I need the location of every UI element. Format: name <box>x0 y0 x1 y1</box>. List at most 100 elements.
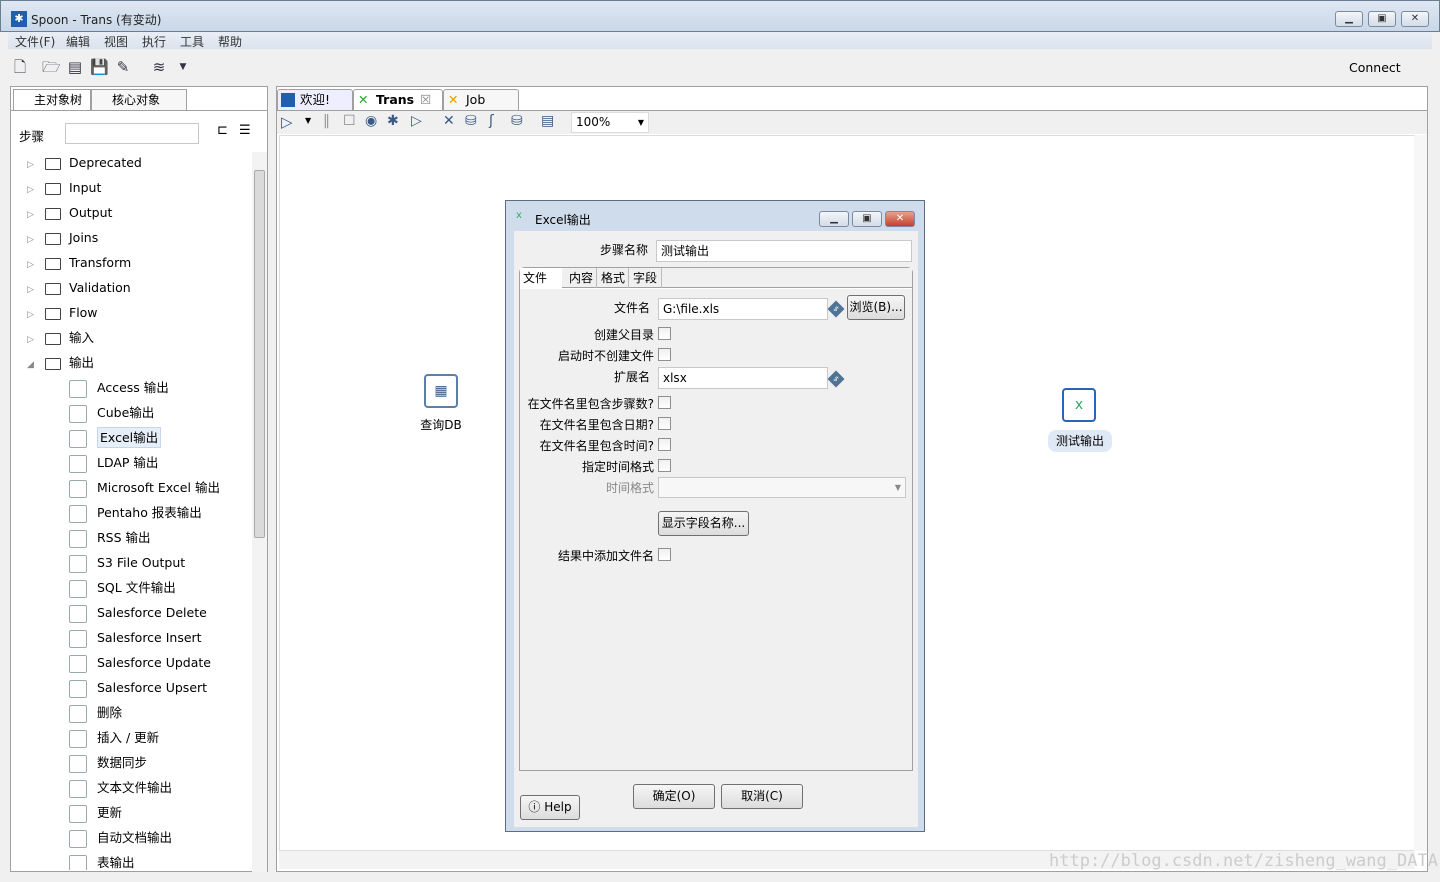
tree-folder[interactable]: ▷ Flow <box>27 300 98 325</box>
show-field-names-button[interactable]: 显示字段名称... <box>658 511 749 536</box>
ok-button[interactable]: 确定(O) <box>633 784 715 809</box>
tree-step-item[interactable]: 数据同步 <box>69 750 147 775</box>
collapse-tree-icon[interactable]: ⊏ <box>217 123 228 138</box>
impact-icon[interactable]: ⛁ <box>465 113 477 129</box>
expanded-arrow-icon[interactable]: ◢ <box>27 353 39 378</box>
tab-job[interactable]: ✕ Job <box>443 89 519 110</box>
canvas-vscrollbar[interactable] <box>1414 135 1427 851</box>
tab-format[interactable]: 格式 <box>596 268 629 288</box>
zoom-select[interactable]: 100% ▼ <box>571 112 649 133</box>
explore-repository-icon[interactable]: ▤ <box>66 58 84 76</box>
folder-label: Deprecated <box>69 155 142 170</box>
tab-fields[interactable]: 字段 <box>628 268 663 288</box>
excel-output-step-icon[interactable]: x <box>1062 388 1096 422</box>
tab-welcome[interactable]: 欢迎! <box>277 89 353 110</box>
verify-icon[interactable]: ✕ <box>443 113 455 129</box>
debug-icon[interactable]: ✱ <box>387 113 399 129</box>
include-date-checkbox[interactable] <box>658 417 671 430</box>
specify-format-checkbox[interactable] <box>658 459 671 472</box>
menu-run[interactable]: 执行 <box>142 33 166 50</box>
step-label[interactable]: 查询DB <box>408 416 474 433</box>
menu-edit[interactable]: 编辑 <box>66 33 90 50</box>
menu-view[interactable]: 视图 <box>104 33 128 50</box>
tree-step-item[interactable]: Access 输出 <box>69 375 169 400</box>
open-file-icon[interactable]: 🗁 <box>42 58 61 76</box>
run-icon[interactable]: ▷ <box>281 113 293 131</box>
tree-step-item[interactable]: 更新 <box>69 800 122 825</box>
tab-main-object-tree[interactable]: 主对象树 <box>13 89 91 110</box>
tree-step-item[interactable]: Excel输出 <box>69 425 162 450</box>
tree-step-item[interactable]: Salesforce Update <box>69 650 211 675</box>
tab-content[interactable]: 内容 <box>566 268 596 288</box>
tree-step-item[interactable]: Pentaho 报表输出 <box>69 500 202 525</box>
add-to-result-checkbox[interactable] <box>658 548 671 561</box>
tree-step-item[interactable]: S3 File Output <box>69 550 185 575</box>
include-stepnr-checkbox[interactable] <box>658 396 671 409</box>
tree-folder[interactable]: ▷ Deprecated <box>27 150 142 175</box>
tree-folder[interactable]: ▷ Transform <box>27 250 131 275</box>
tree-step-item[interactable]: Cube输出 <box>69 400 154 425</box>
help-button[interactable]: ⓘ Help <box>520 795 580 820</box>
close-button[interactable]: ✕ <box>1401 11 1429 27</box>
steps-search-input[interactable] <box>65 123 199 144</box>
menu-tools[interactable]: 工具 <box>180 33 204 50</box>
table-input-step-icon[interactable]: ▦ <box>424 374 458 408</box>
browse-button[interactable]: 浏览(B)... <box>847 295 905 320</box>
tree-step-item[interactable]: Salesforce Upsert <box>69 675 207 700</box>
tab-core-objects[interactable]: 核心对象 <box>91 89 187 110</box>
folder-label: Output <box>69 205 113 220</box>
save-as-icon[interactable]: ✎ <box>114 58 132 76</box>
sql-icon[interactable]: ʃ <box>489 113 494 129</box>
tree-folder[interactable]: ◢ 输出 <box>27 350 94 375</box>
tree-step-item[interactable]: 插入 / 更新 <box>69 725 159 750</box>
show-results-icon[interactable]: ▤ <box>541 113 554 129</box>
tree-folder[interactable]: ▷ Joins <box>27 225 98 250</box>
tree-folder[interactable]: ▷ Validation <box>27 275 131 300</box>
tree-step-item[interactable]: RSS 输出 <box>69 525 151 550</box>
close-tab-icon[interactable]: ☒ <box>420 92 431 107</box>
chevron-down-icon[interactable]: ▼ <box>174 58 192 76</box>
tree-scrollbar[interactable] <box>252 152 267 872</box>
scroll-thumb[interactable] <box>254 170 265 538</box>
extension-input[interactable]: xlsx <box>658 367 828 389</box>
no-create-checkbox[interactable] <box>658 348 671 361</box>
menu-help[interactable]: 帮助 <box>218 33 242 50</box>
explore-db-icon[interactable]: ⛁ <box>511 113 523 129</box>
tree-step-item[interactable]: SQL 文件输出 <box>69 575 176 600</box>
preview-icon[interactable]: ◉ <box>365 113 377 129</box>
dialog-minimize-button[interactable]: ▁ <box>819 211 849 227</box>
connect-button[interactable]: Connect <box>1349 60 1401 75</box>
tree-step-item[interactable]: 自动文档输出 <box>69 825 172 850</box>
tab-trans[interactable]: ✕ Trans ☒ <box>353 89 443 110</box>
save-icon[interactable]: 💾 <box>90 58 109 76</box>
dialog-close-button[interactable]: ✕ <box>885 211 915 227</box>
replay-icon[interactable]: ▷ <box>411 113 422 129</box>
create-parent-checkbox[interactable] <box>658 327 671 340</box>
tree-step-item[interactable]: 删除 <box>69 700 122 725</box>
expand-tree-icon[interactable]: ☰ <box>239 123 251 138</box>
dialog-maximize-button[interactable]: ▣ <box>852 211 882 227</box>
tree-folder[interactable]: ▷ Input <box>27 175 101 200</box>
tree-step-item[interactable]: LDAP 输出 <box>69 450 158 475</box>
tab-file[interactable]: 文件 <box>520 268 562 289</box>
stop-icon[interactable]: ☐ <box>343 113 356 129</box>
tree-step-item[interactable]: Salesforce Insert <box>69 625 202 650</box>
tree-step-item[interactable]: Microsoft Excel 输出 <box>69 475 220 500</box>
tree-step-item[interactable]: 表输出 <box>69 850 135 870</box>
tree-folder[interactable]: ▷ 输入 <box>27 325 94 350</box>
perspective-layers-icon[interactable]: ≋ <box>150 58 168 76</box>
filename-input[interactable]: G:\file.xls <box>658 298 828 320</box>
menu-file[interactable]: 文件(F) <box>15 33 55 50</box>
step-label[interactable]: 测试输出 <box>1048 432 1112 449</box>
pause-icon[interactable]: ‖ <box>323 113 330 129</box>
include-time-checkbox[interactable] <box>658 438 671 451</box>
cancel-button[interactable]: 取消(C) <box>721 784 803 809</box>
tree-folder[interactable]: ▷ Output <box>27 200 112 225</box>
tree-step-item[interactable]: 文本文件输出 <box>69 775 172 800</box>
maximize-button[interactable]: ▣ <box>1368 11 1396 27</box>
minimize-button[interactable]: ▁ <box>1335 11 1363 27</box>
step-name-input[interactable]: 测试输出 <box>656 240 912 262</box>
tree-step-item[interactable]: Salesforce Delete <box>69 600 207 625</box>
new-file-icon[interactable]: 🗋 <box>11 58 29 76</box>
run-options-chevron-icon[interactable]: ▼ <box>305 116 311 125</box>
